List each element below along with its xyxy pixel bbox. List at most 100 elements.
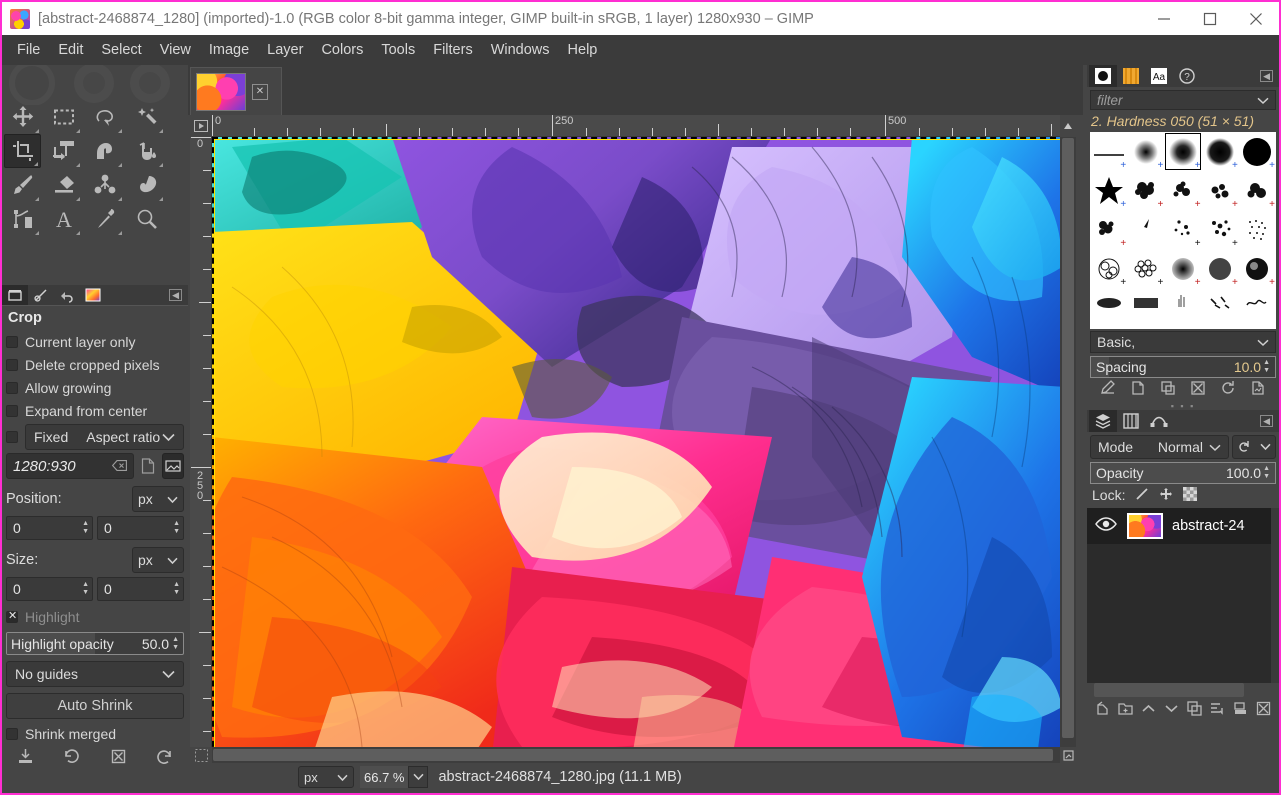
horizontal-scrollbar-thumb[interactable] bbox=[213, 749, 1053, 761]
bucket-fill-tool[interactable] bbox=[128, 134, 165, 168]
option-allow-growing[interactable]: Allow growing bbox=[6, 376, 184, 399]
spinner-arrows[interactable]: ▲ ▼ bbox=[173, 517, 183, 539]
layer-opacity-slider[interactable]: Opacity 100.0 ▲ ▼ bbox=[1090, 462, 1276, 484]
checkbox-fixed[interactable] bbox=[6, 430, 18, 443]
menu-colors[interactable]: Colors bbox=[312, 38, 372, 62]
chevron-down-icon[interactable] bbox=[1257, 93, 1269, 108]
zoom-tool[interactable] bbox=[128, 202, 165, 236]
save-tool-preset-icon[interactable] bbox=[17, 748, 34, 770]
minimize-icon[interactable] bbox=[1141, 2, 1187, 35]
brush-item[interactable] bbox=[1127, 210, 1164, 249]
layer-row[interactable]: abstract-24 bbox=[1087, 508, 1279, 544]
edit-brush-icon[interactable] bbox=[1100, 379, 1116, 401]
tab-channels[interactable] bbox=[1117, 410, 1145, 432]
crop-tool[interactable] bbox=[4, 134, 41, 168]
maximize-icon[interactable] bbox=[1187, 2, 1233, 35]
quick-mask-button[interactable] bbox=[190, 747, 212, 763]
unified-transform-tool[interactable] bbox=[45, 134, 82, 168]
brush-item[interactable]: + bbox=[1202, 132, 1239, 171]
fuzzy-select-tool[interactable] bbox=[128, 100, 165, 134]
position-unit-combo[interactable]: px bbox=[132, 486, 184, 512]
tab-images[interactable] bbox=[80, 285, 106, 305]
duplicate-layer-icon[interactable] bbox=[1187, 701, 1202, 721]
option-fixed-aspect[interactable]: Fixed Aspect ratio bbox=[6, 423, 184, 450]
size-width-input[interactable]: 0 ▲ ▼ bbox=[6, 577, 93, 601]
spinner-arrows[interactable]: ▲ ▼ bbox=[173, 578, 183, 600]
landscape-orientation-button[interactable] bbox=[162, 453, 184, 479]
delete-brush-icon[interactable] bbox=[1190, 380, 1206, 401]
vertical-scrollbar-thumb[interactable] bbox=[1062, 138, 1074, 738]
image-tab[interactable]: ✕ bbox=[190, 67, 282, 115]
rectangle-select-tool[interactable] bbox=[45, 100, 82, 134]
brush-item[interactable] bbox=[1239, 288, 1276, 327]
tab-document-history[interactable]: ? bbox=[1173, 65, 1201, 87]
merge-down-icon[interactable] bbox=[1233, 701, 1248, 721]
tab-tool-options[interactable] bbox=[2, 285, 28, 305]
menu-windows[interactable]: Windows bbox=[482, 38, 559, 62]
zoom-dropdown-button[interactable] bbox=[408, 766, 429, 788]
menu-edit[interactable]: Edit bbox=[49, 38, 92, 62]
brush-item[interactable]: + bbox=[1202, 249, 1239, 288]
brush-spacing-slider[interactable]: Spacing 10.0 ▲ ▼ bbox=[1090, 356, 1276, 378]
menu-select[interactable]: Select bbox=[92, 38, 150, 62]
warp-transform-tool[interactable] bbox=[87, 134, 124, 168]
brush-item[interactable]: + bbox=[1090, 249, 1127, 288]
dock-menu-arrow-icon[interactable]: ◀ bbox=[169, 289, 182, 301]
checkbox-delete-cropped-pixels[interactable] bbox=[6, 358, 18, 371]
guides-combo[interactable]: No guides bbox=[6, 661, 184, 687]
raise-layer-icon[interactable] bbox=[1141, 701, 1156, 721]
brush-item[interactable] bbox=[1239, 210, 1276, 249]
zoom-value[interactable]: 66.7 % bbox=[360, 766, 409, 788]
brush-item[interactable] bbox=[1164, 288, 1201, 327]
color-picker-tool[interactable] bbox=[87, 202, 124, 236]
highlight-opacity-slider[interactable]: Highlight opacity 50.0 ▲ ▼ bbox=[6, 632, 184, 655]
paths-tool[interactable] bbox=[4, 202, 41, 236]
text-tool[interactable]: A bbox=[45, 202, 82, 236]
horizontal-scrollbar[interactable] bbox=[212, 747, 1060, 763]
brush-item[interactable] bbox=[1127, 288, 1164, 327]
canvas[interactable] bbox=[212, 137, 1060, 747]
dock-menu-arrow-icon[interactable]: ◀ bbox=[1260, 70, 1273, 82]
paintbrush-tool[interactable] bbox=[4, 168, 41, 202]
new-layer-group-icon[interactable] bbox=[1118, 701, 1133, 721]
layer-composite-mode-button[interactable] bbox=[1232, 435, 1276, 459]
lock-pixels-icon[interactable] bbox=[1135, 487, 1149, 504]
brush-filter-input[interactable]: filter bbox=[1090, 90, 1276, 110]
close-icon[interactable] bbox=[1233, 2, 1279, 35]
brush-item-selected[interactable]: + bbox=[1164, 132, 1201, 171]
tab-device-status[interactable] bbox=[28, 285, 54, 305]
clear-icon[interactable] bbox=[111, 458, 127, 475]
brush-item[interactable]: + bbox=[1090, 132, 1127, 171]
position-y-input[interactable]: 0 ▲ ▼ bbox=[97, 516, 184, 540]
fixed-aspect-combo[interactable]: Fixed Aspect ratio bbox=[25, 423, 184, 450]
menu-filters[interactable]: Filters bbox=[424, 38, 481, 62]
checkbox-expand-from-center[interactable] bbox=[6, 404, 18, 417]
spinner-arrows[interactable]: ▲ ▼ bbox=[82, 578, 92, 600]
spinner-arrows[interactable]: ▲ ▼ bbox=[82, 517, 92, 539]
move-tool[interactable] bbox=[4, 100, 41, 134]
brush-item[interactable]: + bbox=[1202, 210, 1239, 249]
new-brush-icon[interactable] bbox=[1130, 380, 1146, 401]
open-brush-as-image-icon[interactable] bbox=[1250, 380, 1266, 401]
duplicate-brush-icon[interactable] bbox=[1160, 380, 1176, 401]
brush-item[interactable]: + bbox=[1090, 171, 1127, 210]
new-layer-icon[interactable] bbox=[1095, 701, 1110, 721]
refresh-brushes-icon[interactable] bbox=[1220, 380, 1236, 401]
spinner-arrows[interactable]: ▲ ▼ bbox=[172, 636, 179, 652]
vertical-ruler[interactable]: 0 250 bbox=[190, 137, 212, 747]
anchor-layer-icon[interactable] bbox=[1210, 701, 1225, 721]
menu-layer[interactable]: Layer bbox=[258, 38, 312, 62]
brush-item[interactable]: + bbox=[1127, 249, 1164, 288]
reset-tool-options-icon[interactable] bbox=[156, 748, 173, 770]
close-icon[interactable]: ✕ bbox=[252, 83, 268, 100]
tab-brushes[interactable] bbox=[1089, 65, 1117, 87]
brush-tag-filter[interactable]: Basic, bbox=[1090, 331, 1276, 353]
horizontal-ruler[interactable]: 0 250 500 bbox=[212, 115, 1060, 137]
tab-fonts[interactable]: Aa bbox=[1145, 65, 1173, 87]
brush-item[interactable]: + bbox=[1239, 171, 1276, 210]
clone-tool[interactable] bbox=[87, 168, 124, 202]
menu-image[interactable]: Image bbox=[200, 38, 258, 62]
layer-mode-combo[interactable]: Mode Normal bbox=[1090, 435, 1229, 459]
ruler-unit-button[interactable] bbox=[190, 115, 212, 137]
checkbox-allow-growing[interactable] bbox=[6, 381, 18, 394]
